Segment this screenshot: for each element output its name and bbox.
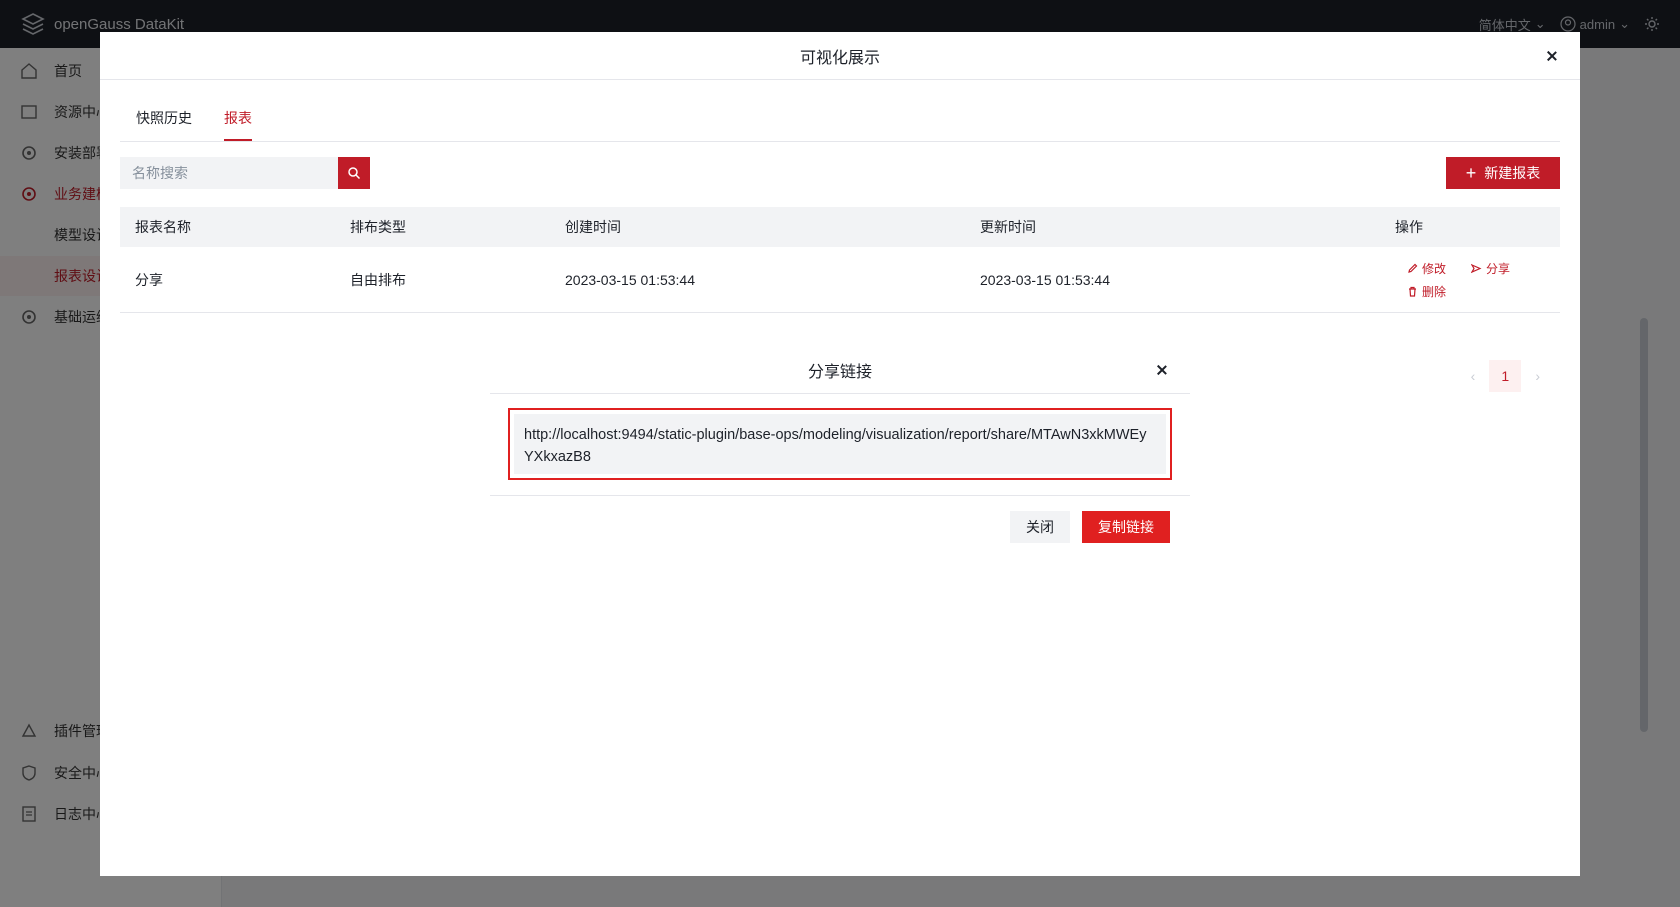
column-header-layout: 排布类型 xyxy=(350,219,406,235)
cell-created: 2023-03-15 01:53:44 xyxy=(565,271,695,288)
dialog-header: 可视化展示 xyxy=(100,32,1580,80)
search-bar xyxy=(120,157,370,189)
prev-page-icon[interactable]: ‹ xyxy=(1471,368,1476,384)
share-link-modal: 分享链接 http://localhost:9494/static-plugin… xyxy=(490,346,1190,561)
close-button[interactable]: 关闭 xyxy=(1010,511,1070,543)
share-link-highlight: http://localhost:9494/static-plugin/base… xyxy=(508,408,1172,480)
column-header-created: 创建时间 xyxy=(565,219,621,235)
page-number[interactable]: 1 xyxy=(1489,360,1522,392)
pagination: ‹ 1 › xyxy=(1471,360,1540,392)
pencil-icon xyxy=(1408,263,1418,273)
search-input[interactable] xyxy=(120,157,338,189)
search-icon xyxy=(348,167,361,180)
new-report-label: 新建报表 xyxy=(1484,165,1541,181)
close-icon[interactable] xyxy=(1154,362,1170,378)
next-page-icon[interactable]: › xyxy=(1535,368,1540,384)
edit-button[interactable]: 修改 xyxy=(1407,260,1471,277)
modal-footer: 关闭 复制链接 xyxy=(490,495,1190,561)
column-header-actions: 操作 xyxy=(1395,219,1423,235)
column-header-updated: 更新时间 xyxy=(980,219,1036,235)
tab-snapshot-history[interactable]: 快照历史 xyxy=(136,102,192,141)
new-report-button[interactable]: + 新建报表 xyxy=(1446,157,1560,189)
cell-actions: 修改 分享 删除 xyxy=(1380,260,1560,300)
table-row: 分享 自由排布 2023-03-15 01:53:44 2023-03-15 0… xyxy=(120,247,1560,313)
copy-link-button[interactable]: 复制链接 xyxy=(1082,511,1170,543)
cell-updated: 2023-03-15 01:53:44 xyxy=(980,271,1110,288)
delete-button[interactable]: 删除 xyxy=(1407,283,1471,300)
modal-title: 分享链接 xyxy=(807,363,872,381)
table-header: 报表名称 排布类型 创建时间 更新时间 操作 xyxy=(120,207,1560,247)
share-icon xyxy=(1471,263,1482,273)
tab-report[interactable]: 报表 xyxy=(224,102,252,141)
modal-header: 分享链接 xyxy=(490,346,1190,394)
edit-label: 修改 xyxy=(1422,261,1447,276)
delete-label: 删除 xyxy=(1422,284,1447,299)
dialog-title: 可视化展示 xyxy=(799,49,880,67)
report-table: 报表名称 排布类型 创建时间 更新时间 操作 分享 自由排布 2023-03-1… xyxy=(120,207,1560,313)
share-link-field[interactable]: http://localhost:9494/static-plugin/base… xyxy=(514,414,1166,474)
trash-icon xyxy=(1409,286,1416,297)
share-button[interactable]: 分享 xyxy=(1471,260,1535,277)
cell-layout: 自由排布 xyxy=(350,271,406,288)
plus-icon: + xyxy=(1465,163,1477,183)
cell-name: 分享 xyxy=(135,271,163,288)
search-button[interactable] xyxy=(338,157,370,189)
column-header-name: 报表名称 xyxy=(135,219,191,235)
share-label: 分享 xyxy=(1486,261,1511,276)
tab-bar: 快照历史 报表 xyxy=(120,102,1560,142)
close-icon[interactable] xyxy=(1544,48,1560,64)
